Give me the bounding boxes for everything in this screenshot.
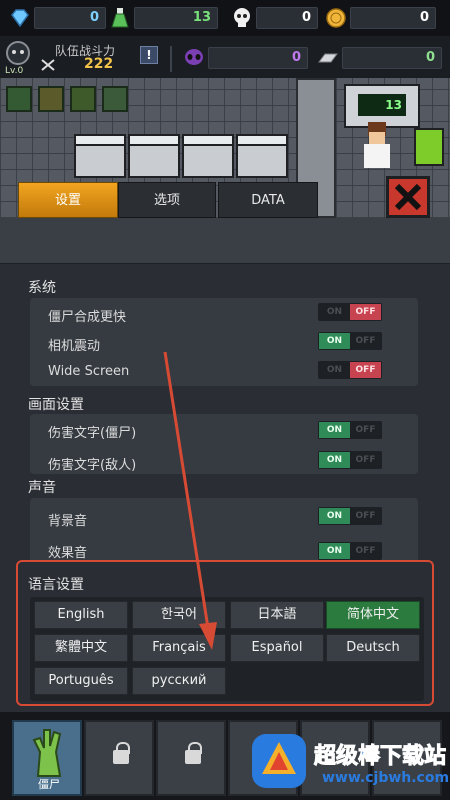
toggle-off-label: OFF bbox=[350, 304, 381, 320]
tab-data[interactable]: DATA bbox=[218, 182, 318, 218]
alien-value: 0 bbox=[291, 50, 301, 65]
coin-value: 0 bbox=[419, 10, 429, 25]
display-group: 伤害文字(僵尸) ON OFF 伤害文字(敌人) ON OFF bbox=[30, 414, 418, 474]
setting-label: Wide Screen bbox=[48, 364, 130, 379]
zombie-hand-icon bbox=[32, 729, 62, 777]
zombie-slot[interactable]: 僵尸 bbox=[12, 720, 82, 796]
toggle-off-label: OFF bbox=[355, 511, 376, 521]
gems-counter: 0 bbox=[8, 6, 106, 30]
setting-label: 相机震动 bbox=[48, 339, 101, 354]
toggle-on-label: ON bbox=[319, 422, 350, 438]
lang-simplified-chinese[interactable]: 简体中文 bbox=[326, 601, 420, 629]
info-button[interactable]: ! bbox=[140, 46, 158, 64]
section-sound-title: 声音 bbox=[28, 480, 56, 496]
damage-text-enemy-toggle[interactable]: ON OFF bbox=[318, 451, 382, 469]
zombie-slot-label: 僵尸 bbox=[38, 778, 60, 791]
lang-english[interactable]: English bbox=[34, 601, 128, 629]
diamond-icon bbox=[11, 9, 29, 28]
lang-portuguese[interactable]: Português bbox=[34, 667, 128, 695]
sound-group: 背景音 ON OFF 效果音 ON OFF bbox=[30, 498, 418, 562]
buff-icon[interactable] bbox=[70, 86, 96, 112]
close-icon bbox=[394, 183, 422, 211]
tab-options[interactable]: 选项 bbox=[118, 182, 216, 218]
camera-shake-toggle[interactable]: ON OFF bbox=[318, 332, 382, 350]
setting-label: 僵尸合成更快 bbox=[48, 310, 127, 325]
monitor-counter: 13 bbox=[358, 94, 406, 116]
setting-label: 伤害文字(敌人) bbox=[48, 458, 137, 473]
tab-bar: 设置 选项 DATA bbox=[18, 182, 318, 218]
system-group: 僵尸合成更快 ON OFF 相机震动 ON OFF Wide Screen ON… bbox=[30, 298, 418, 386]
divider bbox=[170, 46, 172, 72]
toggle-on-label: ON bbox=[326, 365, 343, 375]
panel-header bbox=[0, 218, 450, 264]
section-language-title: 语言设置 bbox=[28, 577, 84, 593]
material-counter: 0 bbox=[316, 46, 444, 70]
level-label: Lv.0 bbox=[5, 66, 24, 76]
coin-icon bbox=[326, 8, 346, 28]
watermark-url: www.cjbwh.com bbox=[322, 770, 450, 786]
lock-icon bbox=[113, 742, 130, 764]
lang-russian[interactable]: русский bbox=[132, 667, 226, 695]
buff-icon[interactable] bbox=[6, 86, 32, 112]
bgm-toggle[interactable]: ON OFF bbox=[318, 507, 382, 525]
scientist-character[interactable] bbox=[360, 122, 394, 176]
buff-icon[interactable] bbox=[102, 86, 128, 112]
setting-label: 背景音 bbox=[48, 514, 88, 529]
alien-counter: 0 bbox=[182, 46, 310, 70]
lang-spanish[interactable]: Español bbox=[230, 634, 324, 662]
toggle-off-label: OFF bbox=[355, 336, 376, 346]
merge-faster-toggle[interactable]: ON OFF bbox=[318, 303, 382, 321]
potion-value: 13 bbox=[192, 10, 211, 25]
watermark-title: 超级棒下载站 bbox=[313, 744, 447, 770]
setting-label: 效果音 bbox=[48, 546, 88, 561]
coin-counter: 0 bbox=[324, 6, 436, 30]
potion-counter: 13 bbox=[108, 6, 218, 30]
lang-korean[interactable]: 한국어 bbox=[132, 601, 226, 629]
watermark: 超级棒下载站 www.cjbwh.com bbox=[248, 730, 450, 796]
material-value: 0 bbox=[425, 50, 435, 65]
lang-french[interactable]: Français bbox=[132, 634, 226, 662]
toxic-barrel bbox=[414, 128, 444, 166]
tab-settings[interactable]: 设置 bbox=[18, 182, 118, 218]
crossed-swords-icon bbox=[41, 59, 55, 71]
close-button[interactable] bbox=[386, 176, 430, 218]
watermark-logo-icon bbox=[252, 734, 306, 788]
player-row: Lv.0 队伍战斗力 222 ! 0 0 bbox=[0, 38, 450, 78]
wide-screen-toggle[interactable]: ON OFF bbox=[318, 361, 382, 379]
damage-text-zombie-toggle[interactable]: ON OFF bbox=[318, 421, 382, 439]
locked-slot[interactable] bbox=[156, 720, 226, 796]
lang-japanese[interactable]: 日本語 bbox=[230, 601, 324, 629]
metal-bar-icon bbox=[318, 53, 338, 63]
resource-bar: 0 13 0 0 bbox=[0, 0, 450, 36]
skull-value: 0 bbox=[301, 10, 311, 25]
team-power-value: 222 bbox=[84, 56, 114, 72]
sfx-toggle[interactable]: ON OFF bbox=[318, 542, 382, 560]
game-screen: 0 13 0 0 Lv.0 队伍战斗力 222 ! 0 0 13 设置 选项 D… bbox=[0, 0, 450, 800]
lock-icon bbox=[185, 742, 202, 764]
toggle-off-label: OFF bbox=[355, 425, 376, 435]
toggle-on-label: ON bbox=[319, 452, 350, 468]
potion-icon bbox=[111, 8, 129, 28]
section-system-title: 系统 bbox=[28, 280, 56, 296]
toggle-off-label: OFF bbox=[350, 362, 381, 378]
gems-value: 0 bbox=[89, 10, 99, 25]
toggle-on-label: ON bbox=[319, 508, 350, 524]
alien-icon bbox=[185, 49, 203, 65]
buff-icons bbox=[6, 86, 128, 112]
lang-german[interactable]: Deutsch bbox=[326, 634, 420, 662]
buff-icon[interactable] bbox=[38, 86, 64, 112]
setting-label: 伤害文字(僵尸) bbox=[48, 426, 137, 441]
language-options: English 한국어 日本語 简体中文 繁體中文 Français Españ… bbox=[30, 597, 424, 701]
section-display-title: 画面设置 bbox=[28, 397, 84, 413]
toggle-on-label: ON bbox=[319, 333, 350, 349]
skull-icon bbox=[234, 8, 250, 27]
toggle-on-label: ON bbox=[326, 307, 343, 317]
locked-slot[interactable] bbox=[84, 720, 154, 796]
toggle-off-label: OFF bbox=[355, 455, 376, 465]
toggle-on-label: ON bbox=[319, 543, 350, 559]
skull-counter: 0 bbox=[230, 6, 318, 30]
toggle-off-label: OFF bbox=[355, 546, 376, 556]
lang-traditional-chinese[interactable]: 繁體中文 bbox=[34, 634, 128, 662]
